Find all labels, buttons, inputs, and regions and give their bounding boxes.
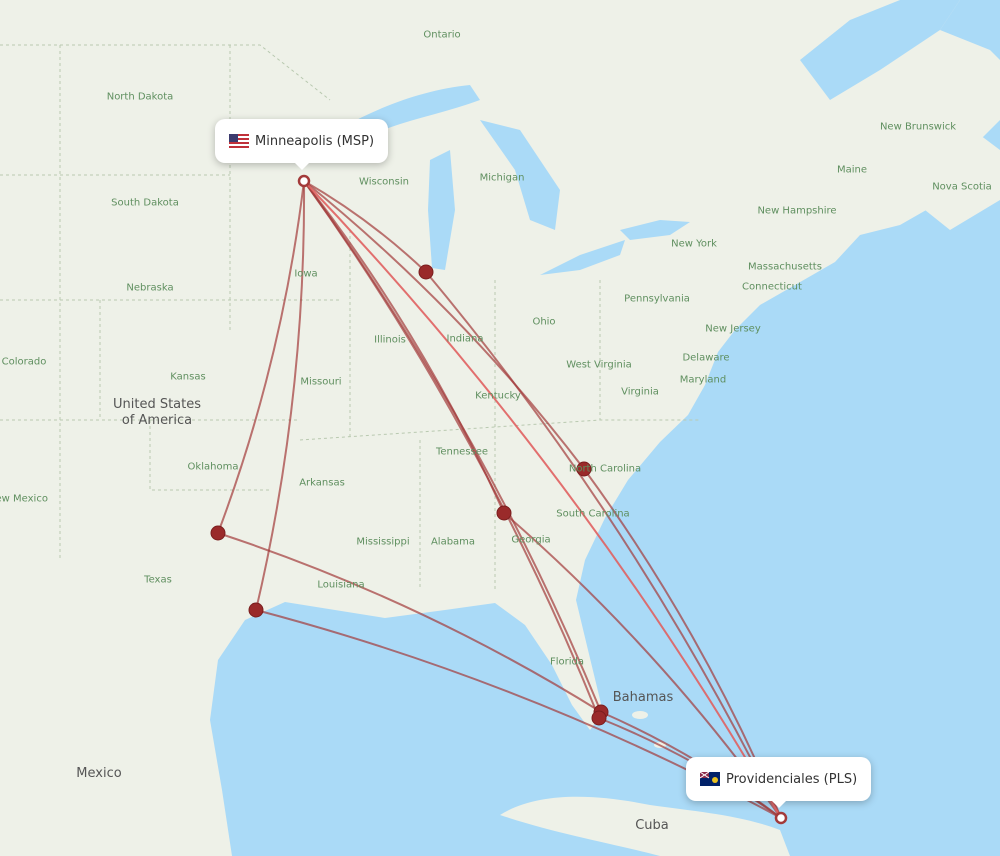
label-north-dakota: North Dakota [106, 91, 174, 103]
label-indiana: Indiana [446, 333, 484, 345]
label-alabama: Alabama [430, 536, 476, 548]
label-cuba: Cuba [635, 818, 669, 833]
label-new-york: New York [671, 238, 717, 250]
hub-marker[interactable] [591, 710, 607, 726]
label-nebraska: Nebraska [126, 282, 174, 294]
hub-marker[interactable] [418, 264, 434, 280]
label-louisiana: Louisiana [317, 579, 365, 591]
label-west-virginia: West Virginia [566, 359, 632, 371]
label-arkansas: Arkansas [299, 477, 345, 489]
label-pennsylvania: Pennsylvania [624, 293, 690, 305]
tc-flag-icon [700, 772, 720, 786]
destination-name: Providenciales (PLS) [726, 771, 858, 787]
label-texas: Texas [144, 574, 172, 586]
label-virginia: Virginia [621, 386, 659, 398]
label-new-jersey: New Jersey [705, 323, 761, 335]
origin-marker[interactable] [297, 174, 311, 188]
hub-marker[interactable] [496, 505, 512, 521]
origin-name: Minneapolis (MSP) [255, 133, 375, 149]
label-massachusetts: Massachusetts [748, 261, 822, 273]
label-maine: Maine [836, 164, 868, 176]
label-new-hampshire: New Hampshire [757, 205, 837, 217]
label-oklahoma: Oklahoma [187, 461, 239, 473]
label-mississippi: Mississippi [356, 536, 410, 548]
label-nova-scotia: Nova Scotia [932, 181, 992, 193]
label-bahamas: Bahamas [612, 690, 674, 705]
destination-callout[interactable]: Providenciales (PLS) [686, 757, 872, 808]
label-georgia: Georgia [511, 534, 551, 546]
label-delaware: Delaware [682, 352, 730, 364]
label-new-brunswick: New Brunswick [879, 121, 957, 133]
label-mexico: Mexico [76, 766, 122, 781]
label-south-carolina: South Carolina [556, 508, 630, 520]
label-south-dakota: South Dakota [111, 197, 179, 209]
us-flag-icon [229, 134, 249, 148]
label-ohio: Ohio [532, 316, 556, 328]
label-michigan: Michigan [479, 172, 525, 184]
destination-marker[interactable] [774, 811, 788, 825]
label-new-mexico: New Mexico [0, 493, 48, 505]
label-colorado: Colorado [1, 356, 47, 368]
label-iowa: Iowa [294, 268, 318, 280]
label-florida: Florida [549, 656, 585, 668]
label-wisconsin: Wisconsin [359, 176, 409, 188]
origin-callout[interactable]: Minneapolis (MSP) [215, 119, 389, 170]
label-tennessee: Tennessee [435, 446, 489, 458]
hub-marker[interactable] [210, 525, 226, 541]
label-connecticut: Connecticut [742, 281, 802, 293]
label-missouri: Missouri [300, 376, 342, 388]
label-kentucky: Kentucky [475, 390, 521, 402]
hub-marker[interactable] [248, 602, 264, 618]
label-illinois: Illinois [374, 334, 406, 346]
label-kansas: Kansas [170, 371, 206, 383]
label-north-carolina: North Carolina [568, 463, 642, 475]
label-ontario: Ontario [423, 29, 461, 41]
label-usa: United States of America [112, 397, 202, 428]
label-maryland: Maryland [679, 374, 727, 386]
